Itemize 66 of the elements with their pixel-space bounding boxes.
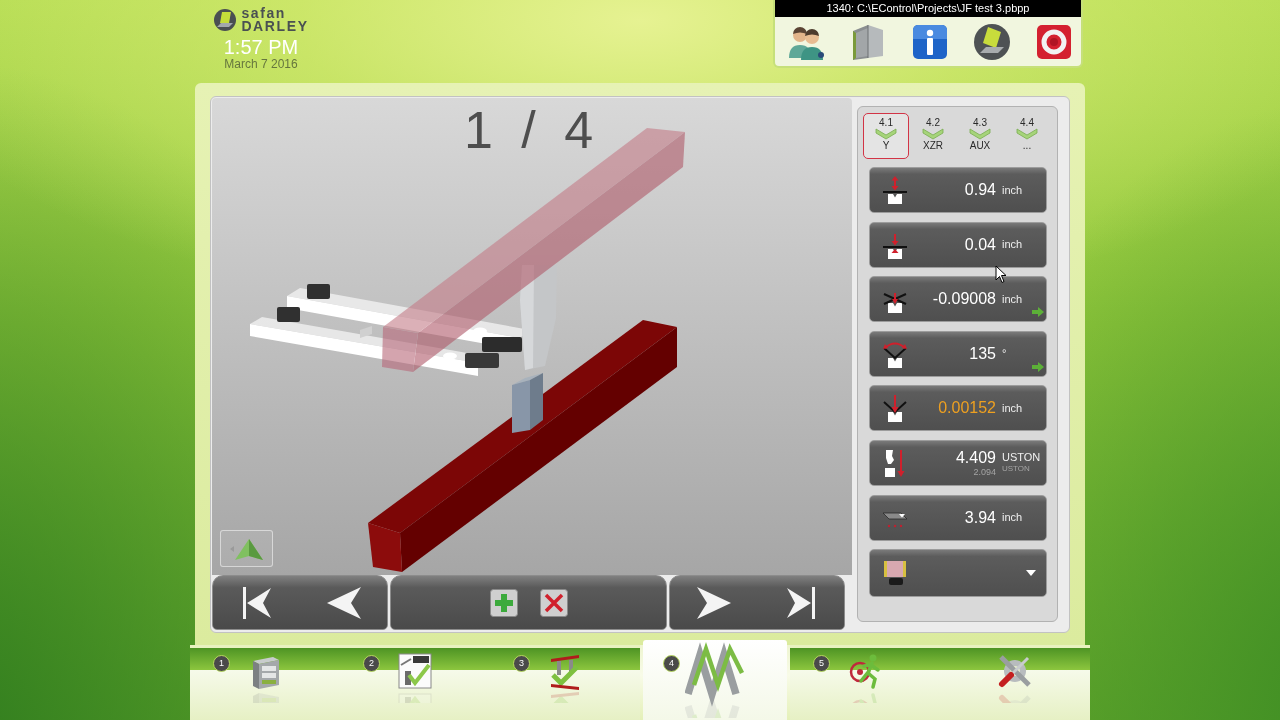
axis-tab[interactable]: 4.1 Y (863, 113, 909, 159)
unit-label: USTON (1002, 451, 1041, 465)
arrow-right-icon (696, 586, 731, 619)
reading-display[interactable]: 0.04 inch (869, 221, 1047, 268)
secondary-reading: 2.094 (973, 466, 996, 477)
delete-button[interactable] (538, 587, 569, 618)
nav-tab[interactable]: 1 (190, 645, 340, 720)
skip-back-icon (242, 586, 271, 619)
nav-tab[interactable]: 4 (643, 640, 787, 720)
die-block (512, 373, 543, 433)
mouse-cursor-icon (995, 265, 1007, 284)
axis-tab[interactable]: 4.4 ... (1004, 113, 1050, 159)
logo-text: safan (241, 7, 287, 20)
arrow-left-icon (326, 586, 361, 619)
unit-label: inch (1002, 511, 1023, 525)
reading-value: 4.409 (955, 448, 996, 467)
clock-date: March 7 2016 (224, 58, 298, 71)
unit-label: inch (1002, 183, 1023, 197)
nav-tab[interactable]: 5 (790, 645, 940, 720)
close-icon (539, 588, 568, 617)
chevron-icon (875, 128, 897, 140)
skip-forward-icon (786, 586, 815, 619)
file-path-bar: 1340: C:\EControl\Projects\JF test 3.pbpp (775, 0, 1081, 17)
reading-display[interactable]: 3.94 inch (869, 494, 1047, 541)
reading-display[interactable]: 135 ° (869, 330, 1047, 377)
unit-label: ° (1002, 347, 1007, 361)
unit-label: inch (1002, 401, 1023, 415)
add-button[interactable] (488, 587, 519, 618)
bent-profile-icon (685, 640, 745, 718)
caret-icon (1026, 570, 1036, 577)
reading-display[interactable]: 0.94 inch (869, 167, 1047, 213)
reading-display[interactable]: 0.00152 inch (869, 385, 1047, 432)
reading-value: -0.09008 (932, 290, 996, 309)
chevron-icon (922, 128, 944, 140)
reading-value: 0.00152 (938, 399, 996, 418)
logo-text: DARLEY (241, 20, 309, 33)
sheet-check-icon (395, 651, 435, 703)
chevron-icon (969, 128, 991, 140)
logo-icon (213, 8, 238, 32)
nav-tab[interactable] (940, 645, 1090, 720)
unit-label: inch (1002, 238, 1023, 252)
reading-display[interactable]: 4.409 2.094 USTON USTON (869, 439, 1047, 486)
step-number-badge: 3 (513, 655, 530, 672)
unit-label: USTON (1002, 464, 1030, 475)
step-number-badge: 1 (213, 655, 230, 672)
reading-value: 3.94 (964, 508, 996, 527)
reading-display[interactable]: -0.09008 inch (869, 276, 1047, 323)
opening-icon (880, 175, 910, 205)
clock-time: 1:57 PM (223, 36, 299, 58)
tool-dropdown[interactable] (869, 549, 1047, 598)
view-toggle-button[interactable] (220, 530, 273, 567)
machine-icon (972, 21, 1012, 62)
axis-tab[interactable]: 4.3 AUX (957, 113, 1003, 159)
reading-value: 0.94 (964, 181, 996, 199)
axis-tab[interactable]: 4.2 XZR (910, 113, 956, 159)
step-number-badge: 5 (813, 655, 830, 672)
step-counter: 1 / 4 (464, 104, 594, 156)
reading-value: 135 (969, 344, 996, 363)
chevron-icon (1016, 128, 1038, 140)
step-number-badge: 4 (663, 655, 680, 672)
step-number-badge: 2 (363, 655, 380, 672)
nav-tab[interactable]: 2 (340, 645, 490, 720)
unit-label: inch (1002, 292, 1023, 306)
nav-tab[interactable]: 3 (490, 645, 640, 720)
reading-value: 0.04 (964, 235, 996, 254)
plus-icon (489, 588, 518, 617)
